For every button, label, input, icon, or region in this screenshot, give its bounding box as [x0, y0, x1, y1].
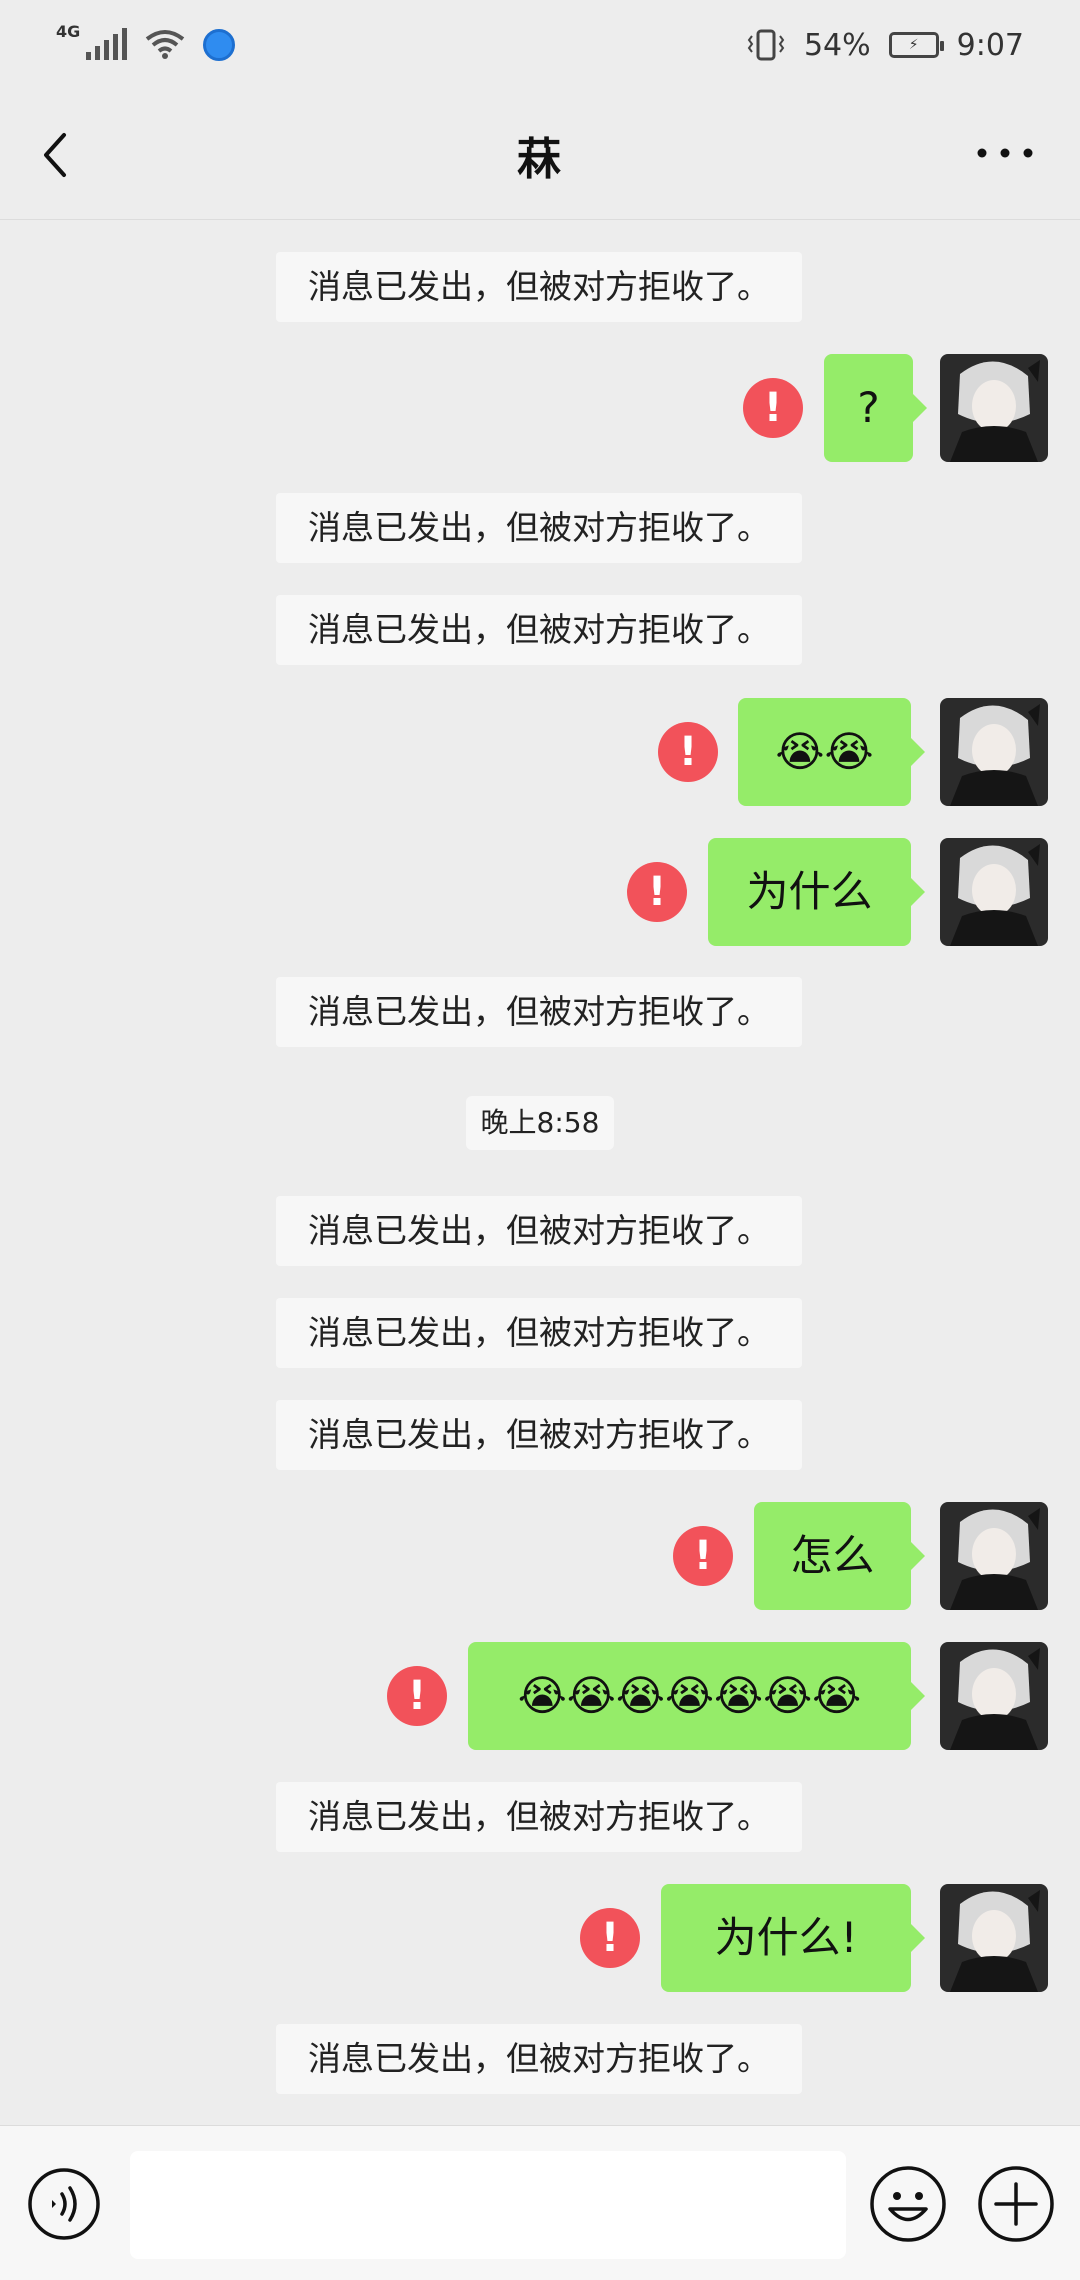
system-notice: 消息已发出，但被对方拒收了。 [276, 252, 802, 322]
send-failed-icon[interactable]: ! [658, 722, 718, 782]
send-failed-icon[interactable]: ! [743, 378, 803, 438]
system-notice: 消息已发出，但被对方拒收了。 [276, 1298, 802, 1368]
system-notice: 消息已发出，但被对方拒收了。 [276, 493, 802, 563]
system-notice: 消息已发出，但被对方拒收了。 [276, 1196, 802, 1266]
send-failed-icon[interactable]: ! [580, 1908, 640, 1968]
system-notice: 消息已发出，但被对方拒收了。 [276, 977, 802, 1047]
avatar[interactable] [940, 1502, 1048, 1610]
avatar[interactable] [940, 1884, 1048, 1992]
browser-app-icon [203, 29, 236, 61]
input-bar [0, 2125, 1080, 2280]
message-bubble[interactable]: 😭😭 [738, 698, 925, 806]
avatar[interactable] [940, 1642, 1048, 1750]
voice-icon[interactable] [26, 2166, 102, 2242]
plus-icon[interactable] [976, 2164, 1056, 2244]
chat-title: 菻 [517, 133, 563, 185]
avatar[interactable] [940, 838, 1048, 946]
avatar[interactable] [940, 354, 1048, 462]
signal-icon [86, 28, 128, 60]
more-options-icon[interactable] [970, 128, 1040, 178]
back-arrow-icon[interactable] [30, 125, 90, 185]
vibrate-icon [747, 29, 785, 61]
status-bar: 4G 54% ⚡ 9:07 [0, 0, 1080, 90]
message-bubble[interactable]: 为什么! [661, 1884, 925, 1992]
timestamp: 晚上8:58 [466, 1096, 614, 1150]
system-notice: 消息已发出，但被对方拒收了。 [276, 595, 802, 665]
send-failed-icon[interactable]: ! [627, 862, 687, 922]
message-bubble[interactable]: ? [824, 354, 927, 462]
message-bubble[interactable]: 为什么 [708, 838, 925, 946]
system-notice: 消息已发出，但被对方拒收了。 [276, 1782, 802, 1852]
message-input[interactable] [130, 2151, 846, 2259]
network-type: 4G [56, 21, 81, 41]
message-list[interactable]: 消息已发出，但被对方拒收了。 ! ? 消息已发出，但被对方拒收了。 消息已发出，… [0, 220, 1080, 2125]
emoji-icon[interactable] [868, 2164, 948, 2244]
send-failed-icon[interactable]: ! [673, 1526, 733, 1586]
message-bubble[interactable]: 怎么 [754, 1502, 925, 1610]
system-notice: 消息已发出，但被对方拒收了。 [276, 1400, 802, 1470]
clock: 9:07 [956, 27, 1024, 63]
avatar[interactable] [940, 698, 1048, 806]
battery-percent: 54% [803, 27, 871, 63]
wifi-icon [146, 30, 185, 59]
chat-header: 菻 [0, 90, 1080, 220]
send-failed-icon[interactable]: ! [387, 1666, 447, 1726]
message-bubble[interactable]: 😭😭😭😭😭😭😭 [468, 1642, 925, 1750]
battery-icon: ⚡ [888, 32, 944, 58]
system-notice: 消息已发出，但被对方拒收了。 [276, 2024, 802, 2094]
